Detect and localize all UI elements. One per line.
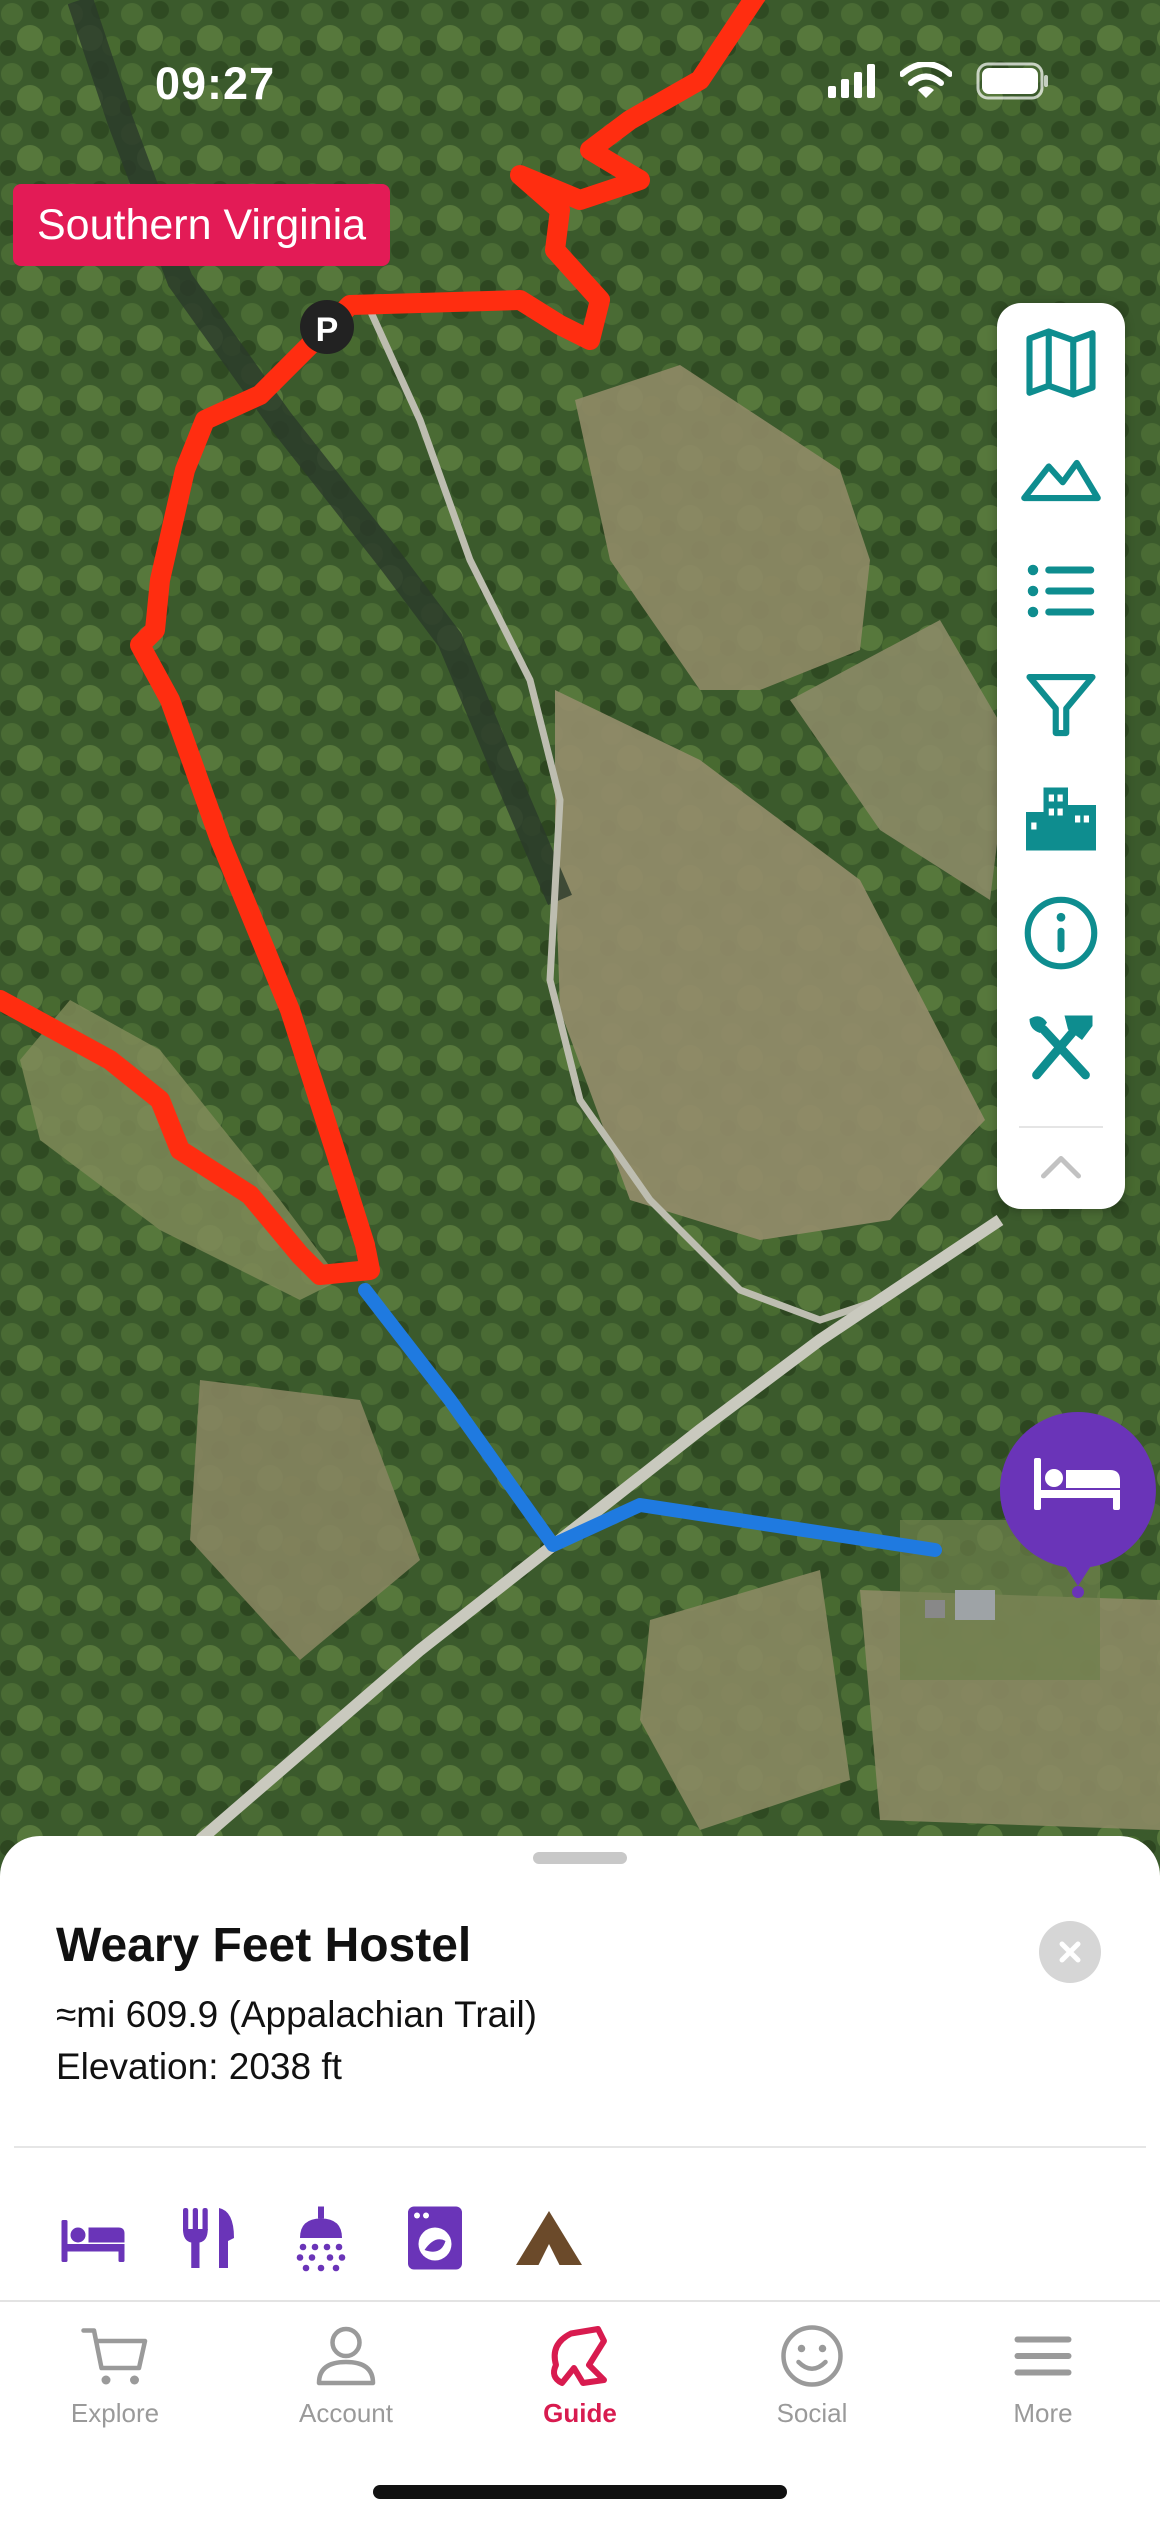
towns-button[interactable]: [1016, 774, 1106, 864]
tab-social[interactable]: Social: [722, 2320, 902, 2450]
hostel-map-pin[interactable]: [998, 1408, 1158, 1598]
elevation-button[interactable]: [1016, 432, 1106, 522]
filter-icon: [1026, 673, 1096, 737]
building: [925, 1600, 945, 1618]
cellular-signal-icon: [828, 64, 875, 98]
cart-icon: [81, 2328, 148, 2385]
laundry-icon: [408, 2206, 462, 2270]
map-icon: [1026, 328, 1096, 398]
smiley-icon: [781, 2325, 843, 2387]
tools-icon: [1029, 1015, 1093, 1080]
parking-marker[interactable]: P: [300, 300, 354, 354]
tab-guide[interactable]: Guide: [490, 2320, 670, 2450]
map-layers-button[interactable]: [1016, 318, 1106, 408]
close-button[interactable]: [1039, 1921, 1101, 1983]
tab-label: More: [1013, 2398, 1073, 2428]
filter-button[interactable]: [1016, 660, 1106, 750]
tab-account[interactable]: Account: [256, 2320, 436, 2450]
poi-elevation: Elevation: 2038 ft: [56, 2046, 342, 2087]
amenity-laundry[interactable]: [397, 2200, 473, 2276]
buildings-icon: [1026, 787, 1096, 851]
toolbar-divider: [1019, 1126, 1103, 1128]
building: [955, 1590, 995, 1620]
satellite-map[interactable]: P: [0, 0, 1160, 1900]
parking-label: P: [316, 311, 339, 349]
shower-icon: [296, 2206, 346, 2272]
person-icon: [316, 2326, 376, 2386]
poi-mile-marker: ≈mi 609.9 (Appalachian Trail): [56, 1994, 537, 2035]
amenity-food[interactable]: [169, 2200, 245, 2276]
tab-explore[interactable]: Explore: [25, 2320, 205, 2450]
collapse-toolbar-button[interactable]: [1016, 1131, 1106, 1201]
info-icon: [1024, 896, 1098, 970]
tools-button[interactable]: [1016, 1002, 1106, 1092]
bed-icon: [61, 2220, 125, 2262]
tent-icon: [516, 2211, 582, 2265]
region-label[interactable]: Southern Virginia: [13, 184, 391, 266]
list-icon: [1027, 564, 1095, 618]
fork-knife-icon: [183, 2208, 234, 2268]
home-indicator[interactable]: [373, 2485, 787, 2499]
elevation-icon: [1021, 459, 1101, 502]
status-bar: 09:27: [0, 0, 1160, 170]
tab-more[interactable]: More: [953, 2320, 1133, 2450]
sheet-drag-handle[interactable]: [533, 1852, 627, 1864]
amenity-camping[interactable]: [511, 2200, 587, 2276]
amenity-shower[interactable]: [283, 2200, 359, 2276]
guide-logo-icon: [551, 2326, 607, 2386]
wifi-icon: [900, 62, 952, 98]
tab-label: Account: [299, 2398, 393, 2428]
poi-title: Weary Feet Hostel: [56, 1919, 472, 1972]
close-icon: [1059, 1941, 1081, 1963]
amenity-lodging[interactable]: [55, 2200, 131, 2276]
map-toolbar: [997, 303, 1125, 1209]
tab-label: Guide: [543, 2398, 617, 2428]
divider: [14, 2146, 1146, 2148]
info-button[interactable]: [1016, 888, 1106, 978]
clock: 09:27: [155, 58, 276, 109]
menu-icon: [1014, 2336, 1072, 2376]
tab-label: Social: [776, 2398, 848, 2428]
tab-label: Explore: [70, 2398, 160, 2428]
chevron-up-icon: [1041, 1156, 1081, 1179]
list-button[interactable]: [1016, 546, 1106, 636]
battery-icon: [976, 62, 1048, 100]
